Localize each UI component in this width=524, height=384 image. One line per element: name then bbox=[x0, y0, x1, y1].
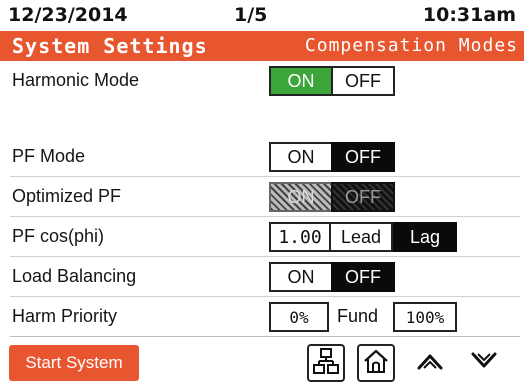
optimized-pf-on-button: ON bbox=[269, 182, 333, 212]
home-icon bbox=[362, 347, 390, 380]
home-button[interactable] bbox=[357, 344, 395, 382]
load-balancing-label: Load Balancing bbox=[12, 266, 137, 286]
scroll-up-button[interactable] bbox=[412, 346, 448, 380]
optimized-pf-off-button: OFF bbox=[331, 182, 395, 212]
harm-priority-right-field[interactable]: 100% bbox=[393, 302, 457, 332]
date-display: 12/23/2014 bbox=[8, 4, 128, 26]
chevron-down-icon bbox=[469, 349, 499, 378]
network-icon bbox=[312, 347, 340, 380]
harm-priority-fund-label: Fund bbox=[337, 306, 379, 326]
start-system-button[interactable]: Start System bbox=[9, 345, 139, 381]
load-balancing-on-button[interactable]: ON bbox=[269, 262, 333, 292]
harm-priority-row: Harm Priority 0% Fund 100% bbox=[0, 297, 524, 337]
pf-mode-off-button[interactable]: OFF bbox=[331, 142, 395, 172]
optimized-pf-label: Optimized PF bbox=[12, 186, 122, 206]
status-bar: 12/23/2014 1/5 10:31am bbox=[0, 0, 524, 30]
bottom-bar: Start System bbox=[0, 340, 524, 384]
harmonic-mode-on-button[interactable]: ON bbox=[269, 66, 333, 96]
page-title: System Settings bbox=[12, 34, 208, 58]
optimized-pf-row: Optimized PF ON OFF bbox=[0, 177, 524, 217]
harm-priority-label: Harm Priority bbox=[12, 306, 118, 326]
chevron-up-icon bbox=[415, 349, 445, 378]
load-balancing-off-button[interactable]: OFF bbox=[331, 262, 395, 292]
pf-cos-phi-row: PF cos(phi) 1.00 Lead Lag bbox=[0, 217, 524, 257]
pf-mode-row: PF Mode ON OFF bbox=[0, 137, 524, 177]
pf-mode-on-button[interactable]: ON bbox=[269, 142, 333, 172]
page-subtitle: Compensation Modes bbox=[304, 35, 518, 56]
pf-lag-button[interactable]: Lag bbox=[393, 222, 457, 252]
harmonic-mode-row: Harmonic Mode ON OFF bbox=[0, 61, 524, 101]
harmonic-mode-off-button[interactable]: OFF bbox=[331, 66, 395, 96]
pf-cos-phi-label: PF cos(phi) bbox=[12, 226, 105, 246]
harm-priority-left-field[interactable]: 0% bbox=[269, 302, 329, 332]
network-button[interactable] bbox=[307, 344, 345, 382]
pf-cos-phi-value-field[interactable]: 1.00 bbox=[269, 222, 331, 252]
pf-mode-label: PF Mode bbox=[12, 146, 86, 166]
pf-lead-button[interactable]: Lead bbox=[329, 222, 393, 252]
screen-header: System Settings Compensation Modes bbox=[0, 31, 524, 61]
load-balancing-row: Load Balancing ON OFF bbox=[0, 257, 524, 297]
scroll-down-button[interactable] bbox=[466, 346, 502, 380]
harmonic-mode-label: Harmonic Mode bbox=[12, 70, 140, 90]
time-display: 10:31am bbox=[422, 4, 516, 26]
page-indicator: 1/5 bbox=[234, 4, 268, 26]
